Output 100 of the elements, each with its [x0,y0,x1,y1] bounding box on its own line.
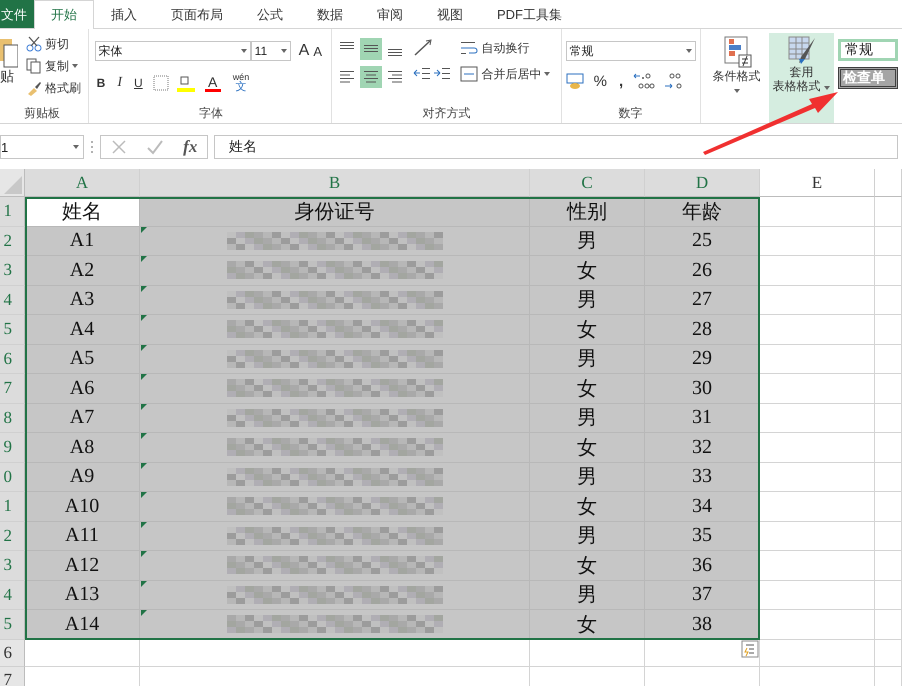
formula-field[interactable]: 姓名 [214,135,898,159]
cell-text: 男 [577,288,597,314]
cell-text: 男 [577,229,597,254]
column-header[interactable]: E [760,169,875,197]
row-header[interactable]: 2 [0,522,25,551]
cell-text: 男 [577,347,597,372]
cell-text: 34 [692,494,712,518]
cell-text: 27 [692,288,712,312]
cell-text: 31 [692,406,712,430]
cell-text: A13 [64,583,100,606]
file-menu-tab[interactable]: 文件 [0,0,34,28]
column-header[interactable]: B [140,169,530,197]
cell-text: A6 [70,376,94,400]
cell-text: 性别 [567,200,607,225]
cell-text: A10 [64,494,100,518]
style-swatch[interactable]: 常规 [838,39,898,61]
cell-text: 年龄 [682,200,722,225]
ribbon-tab[interactable]: 数据 [300,0,360,28]
ribbon-tab[interactable]: 页面布局 [154,0,240,28]
cell-text: A3 [70,288,94,312]
cell-text: 26 [692,258,712,282]
group-label: 字体 [198,105,224,122]
bold-button[interactable]: B [94,72,108,94]
number-format-field[interactable]: 常规 [566,41,696,61]
cell-text: 36 [692,554,712,577]
row-header[interactable]: 5 [0,610,25,640]
merge-center-button[interactable]: 合并后居中 [458,63,552,85]
column-header[interactable]: A [25,169,140,197]
cell-text: A8 [70,436,94,459]
ribbon-tab[interactable]: PDF工具集 [480,0,579,28]
cell-text: A1 [70,229,94,252]
row-header[interactable]: 4 [0,286,25,315]
underline-button[interactable]: U [132,72,145,94]
cell-text: 37 [692,583,712,606]
cell-text: 女 [577,318,597,343]
name-box[interactable]: 1 [0,135,84,159]
cell-text: A5 [70,347,94,370]
cell-text: A4 [70,318,94,341]
ribbon-tab[interactable]: 公式 [240,0,300,28]
cell-text: A9 [70,465,94,488]
comma-button[interactable]: , [617,70,626,92]
percent-button[interactable]: % [592,70,609,92]
insert-function-button[interactable]: fx [183,137,198,157]
italic-button[interactable]: I [115,72,124,94]
cell-text: 33 [692,465,712,488]
row-header[interactable]: 1 [0,197,25,226]
ribbon-tab[interactable]: 审阅 [360,0,420,28]
ribbon-tab[interactable]: 插入 [94,0,154,28]
row-header[interactable]: 0 [0,462,25,492]
cell-text: 男 [577,583,597,608]
group-label: 对齐方式 [422,105,472,122]
row-header[interactable]: 8 [0,404,25,433]
shrink-font-button[interactable]: A [311,40,324,62]
ribbon-tab[interactable]: 开始 [34,0,94,29]
column-header[interactable]: C [530,169,645,197]
group-label: 剪贴板 [22,105,61,122]
cell-text: 身份证号 [294,200,374,225]
row-header[interactable]: 7 [0,374,25,404]
cell-text: 男 [577,524,597,550]
cell-text: 男 [577,465,597,490]
wrap-text-button[interactable]: 自动换行 [458,37,552,59]
font-name-field[interactable]: 宋体 [94,41,251,61]
copy-button[interactable]: 复制 [24,55,83,77]
cell-text: A7 [70,406,94,430]
column-header[interactable]: D [645,169,760,197]
row-header[interactable]: 3 [0,551,25,580]
cell-text: 25 [692,229,712,252]
font-color-button[interactable]: A [202,74,223,92]
font-size-field[interactable]: 11 [250,41,291,61]
row-header[interactable]: 2 [0,226,25,256]
paste-button[interactable]: 贴 [0,33,18,103]
cell-text: 女 [577,258,597,284]
row-header[interactable]: 1 [0,492,25,522]
phonetic-button[interactable]: wén 文 [230,73,252,93]
cell-text: 女 [577,436,597,461]
row-header[interactable]: 5 [0,315,25,344]
cell-text: 女 [577,612,597,638]
cell-text: 男 [577,406,597,432]
row-header[interactable]: 7 [0,666,25,686]
cell-text: 30 [692,376,712,400]
cell-text: A12 [64,554,100,577]
format-as-table-button[interactable]: 套用 表格格式 [768,33,834,123]
cell-text: 姓名 [62,200,102,225]
cell-text: 28 [692,318,712,341]
grow-font-button[interactable]: A [296,40,312,62]
cell-text: 女 [577,376,597,402]
row-header[interactable]: 4 [0,580,25,610]
row-header[interactable]: 3 [0,256,25,286]
format-painter-button[interactable]: 格式刷 [24,77,83,99]
cell-text: 女 [577,554,597,579]
ribbon-tab[interactable]: 视图 [420,0,480,28]
cell-text: A14 [64,612,100,636]
cell-text: 32 [692,436,712,459]
cut-button[interactable]: 剪切 [24,33,83,55]
row-header[interactable]: 6 [0,640,25,666]
row-header[interactable]: 6 [0,344,25,374]
row-header[interactable]: 9 [0,433,25,462]
cell-text: 29 [692,347,712,370]
conditional-format-button[interactable]: 条件格式 [708,33,765,123]
group-label: 数字 [618,105,644,122]
